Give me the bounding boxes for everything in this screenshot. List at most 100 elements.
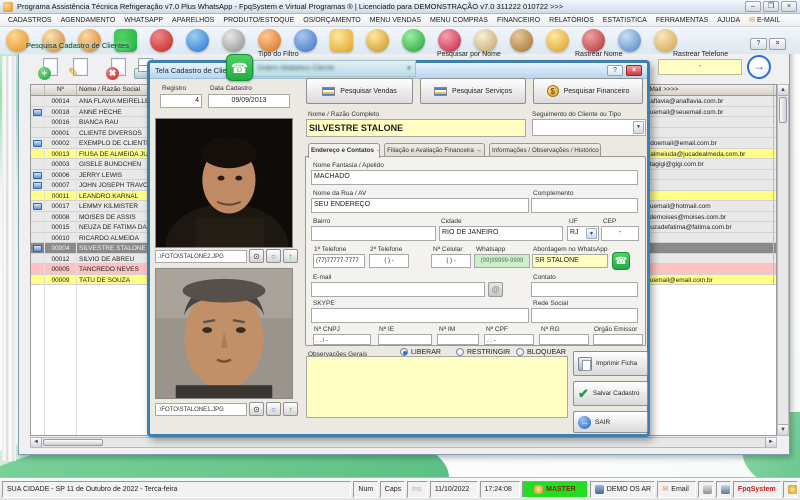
books-icon[interactable] bbox=[618, 29, 641, 52]
cpf-field[interactable]: . . - bbox=[484, 334, 534, 345]
state-combobox[interactable]: RJ ▼ bbox=[567, 226, 599, 241]
add-client-button[interactable]: + bbox=[38, 58, 60, 80]
phone-icon[interactable] bbox=[582, 29, 605, 52]
coin-gold-icon[interactable] bbox=[546, 29, 569, 52]
search-financial-button[interactable]: $ Pesquisar Financeiro bbox=[533, 78, 643, 104]
tab-endereco[interactable]: Endereço e Contatos → bbox=[308, 143, 380, 158]
email-field[interactable] bbox=[311, 282, 485, 297]
calendar-icon[interactable] bbox=[150, 29, 173, 52]
maximize-button[interactable]: ❒ bbox=[763, 1, 779, 12]
whatsapp-button[interactable]: ☎ bbox=[226, 54, 253, 81]
menu-item-relat-rios[interactable]: RELATÓRIOS bbox=[545, 16, 598, 25]
data-cadastro-field[interactable]: 09/09/2013 bbox=[208, 94, 290, 108]
tab-informacoes[interactable]: Informações / Observações / Histórico bbox=[489, 143, 601, 157]
radio-restringir[interactable]: RESTRINGIR bbox=[456, 348, 510, 356]
complement-field[interactable] bbox=[531, 198, 638, 213]
scrollbar-thumb[interactable] bbox=[779, 97, 787, 123]
social-field[interactable] bbox=[531, 308, 638, 323]
menu-item-agendamento[interactable]: AGENDAMENTO bbox=[57, 16, 120, 25]
scrollbar-thumb[interactable] bbox=[43, 439, 103, 446]
menu-item-menu-vendas[interactable]: MENU VENDAS bbox=[366, 16, 425, 25]
scroll-up-icon[interactable]: ▲ bbox=[778, 85, 788, 96]
scroll-left-icon[interactable]: ◄ bbox=[31, 438, 42, 447]
city-field[interactable]: RIO DE JANEIRO bbox=[439, 226, 563, 241]
table-horizontal-scrollbar[interactable]: ◄ ► bbox=[30, 437, 777, 448]
menu-item-estatistica[interactable]: ESTATISTICA bbox=[599, 16, 651, 25]
mobile-field[interactable]: ( ) - bbox=[431, 254, 471, 268]
status-printer-button[interactable] bbox=[698, 480, 714, 498]
camera-button[interactable]: ⊙ bbox=[249, 249, 264, 263]
track-phone-input[interactable]: - bbox=[658, 59, 742, 75]
mail-send-icon[interactable] bbox=[654, 29, 677, 52]
close-button[interactable]: × bbox=[781, 1, 797, 12]
menu-item-os-or-amento[interactable]: OS/ORÇAMENTO bbox=[299, 16, 364, 25]
status-email-button[interactable]: ✉ Email bbox=[657, 480, 697, 498]
print-record-button[interactable]: Imprimir Ficha bbox=[573, 351, 648, 376]
street-field[interactable]: SEU ENDEREÇO bbox=[311, 198, 529, 213]
envelope-icon[interactable] bbox=[474, 29, 497, 52]
full-name-field[interactable]: SILVESTRE STALONE bbox=[306, 119, 526, 137]
delete-client-button[interactable]: ✖ bbox=[106, 58, 128, 80]
tools-icon[interactable] bbox=[258, 29, 281, 52]
search-window-close-button[interactable]: × bbox=[769, 38, 786, 50]
menu-item-menu-compras[interactable]: MENU COMPRAS bbox=[426, 16, 492, 25]
fantasia-field[interactable]: MACHADO bbox=[311, 170, 638, 185]
search-sales-button[interactable]: Pesquisar Vendas bbox=[306, 78, 413, 104]
zoom-photo-button[interactable]: ○ bbox=[266, 249, 281, 263]
radio-bloquear[interactable]: BLOQUEAR bbox=[516, 348, 566, 356]
camera-button[interactable]: ⊙ bbox=[249, 402, 264, 416]
sphere-green-icon[interactable] bbox=[402, 29, 425, 52]
menu-item-e-mail[interactable]: ✉ E-MAIL bbox=[745, 15, 784, 25]
zoom-photo-button[interactable]: ○ bbox=[266, 402, 281, 416]
folder-icon[interactable] bbox=[330, 29, 353, 52]
menu-item-produto-estoque[interactable]: PRODUTO/ESTOQUE bbox=[219, 16, 298, 25]
contact-field[interactable] bbox=[531, 282, 638, 297]
minimize-button[interactable]: – bbox=[745, 1, 761, 12]
filter-type-combobox[interactable]: Ordem Alfabético Cliente ▼ bbox=[253, 60, 416, 77]
rg-field[interactable] bbox=[539, 334, 589, 345]
globe-icon[interactable] bbox=[186, 29, 209, 52]
search-go-button[interactable]: → bbox=[747, 55, 771, 79]
coins-icon[interactable] bbox=[366, 29, 389, 52]
sphere-red-icon[interactable] bbox=[438, 29, 461, 52]
ie-field[interactable] bbox=[378, 334, 432, 345]
issuer-field[interactable] bbox=[593, 334, 643, 345]
menu-item-ferramentas[interactable]: FERRAMENTAS bbox=[652, 16, 712, 25]
cnpj-field[interactable]: . . / - bbox=[313, 334, 371, 345]
tab-filiacao[interactable]: Filiação e Avaliação Financeira → bbox=[384, 143, 485, 157]
district-field[interactable] bbox=[311, 226, 436, 241]
photo1-path-field[interactable]: .\FOTO\STALONE2.JPG bbox=[155, 249, 247, 263]
load-photo-button[interactable]: ↑ bbox=[283, 402, 298, 416]
phone1-field[interactable]: (77)77777-7777 bbox=[313, 254, 365, 268]
scroll-right-icon[interactable]: ► bbox=[765, 438, 776, 447]
observations-textarea[interactable] bbox=[306, 356, 568, 418]
load-photo-button[interactable]: ↑ bbox=[283, 249, 298, 263]
target-icon[interactable] bbox=[222, 29, 245, 52]
package-icon[interactable] bbox=[510, 29, 533, 52]
approach-field[interactable]: SR STALONE bbox=[532, 254, 608, 268]
dialog-help-button[interactable]: ? bbox=[607, 65, 623, 76]
segment-combobox[interactable]: ▼ bbox=[532, 119, 646, 136]
exit-button[interactable]: → SAIR bbox=[573, 411, 648, 433]
skype-field[interactable] bbox=[311, 308, 529, 323]
search-window-help-button[interactable]: ? bbox=[750, 38, 767, 50]
radio-liberar[interactable]: LIBERAR bbox=[400, 348, 441, 356]
table-vertical-scrollbar[interactable]: ▲ ▼ bbox=[777, 84, 789, 436]
scroll-down-icon[interactable]: ▼ bbox=[778, 424, 788, 435]
save-record-button[interactable]: ✔ Salvar Cadastro bbox=[573, 381, 648, 406]
im-field[interactable] bbox=[437, 334, 479, 345]
menu-item-aparelhos[interactable]: APARELHOS bbox=[168, 16, 218, 25]
menu-item-cadastros[interactable]: CADASTROS bbox=[4, 16, 56, 25]
edit-client-button[interactable]: ✎ bbox=[68, 58, 90, 80]
status-network-button[interactable] bbox=[715, 480, 731, 498]
status-key-button[interactable] bbox=[782, 480, 799, 498]
gear-icon[interactable] bbox=[294, 29, 317, 52]
whatsapp-field[interactable]: (99)99999-9999 bbox=[474, 254, 530, 268]
email-at-button[interactable]: @ bbox=[488, 282, 503, 297]
photo2-path-field[interactable]: .\FOTO\STALONE1.JPG bbox=[155, 402, 247, 416]
dialog-close-button[interactable]: × bbox=[626, 65, 642, 76]
whatsapp-send-button[interactable]: ☎ bbox=[612, 252, 630, 270]
registro-field[interactable]: 4 bbox=[160, 94, 202, 108]
menu-item-ajuda[interactable]: AJUDA bbox=[713, 16, 744, 25]
menu-item-financeiro[interactable]: FINANCEIRO bbox=[493, 16, 544, 25]
